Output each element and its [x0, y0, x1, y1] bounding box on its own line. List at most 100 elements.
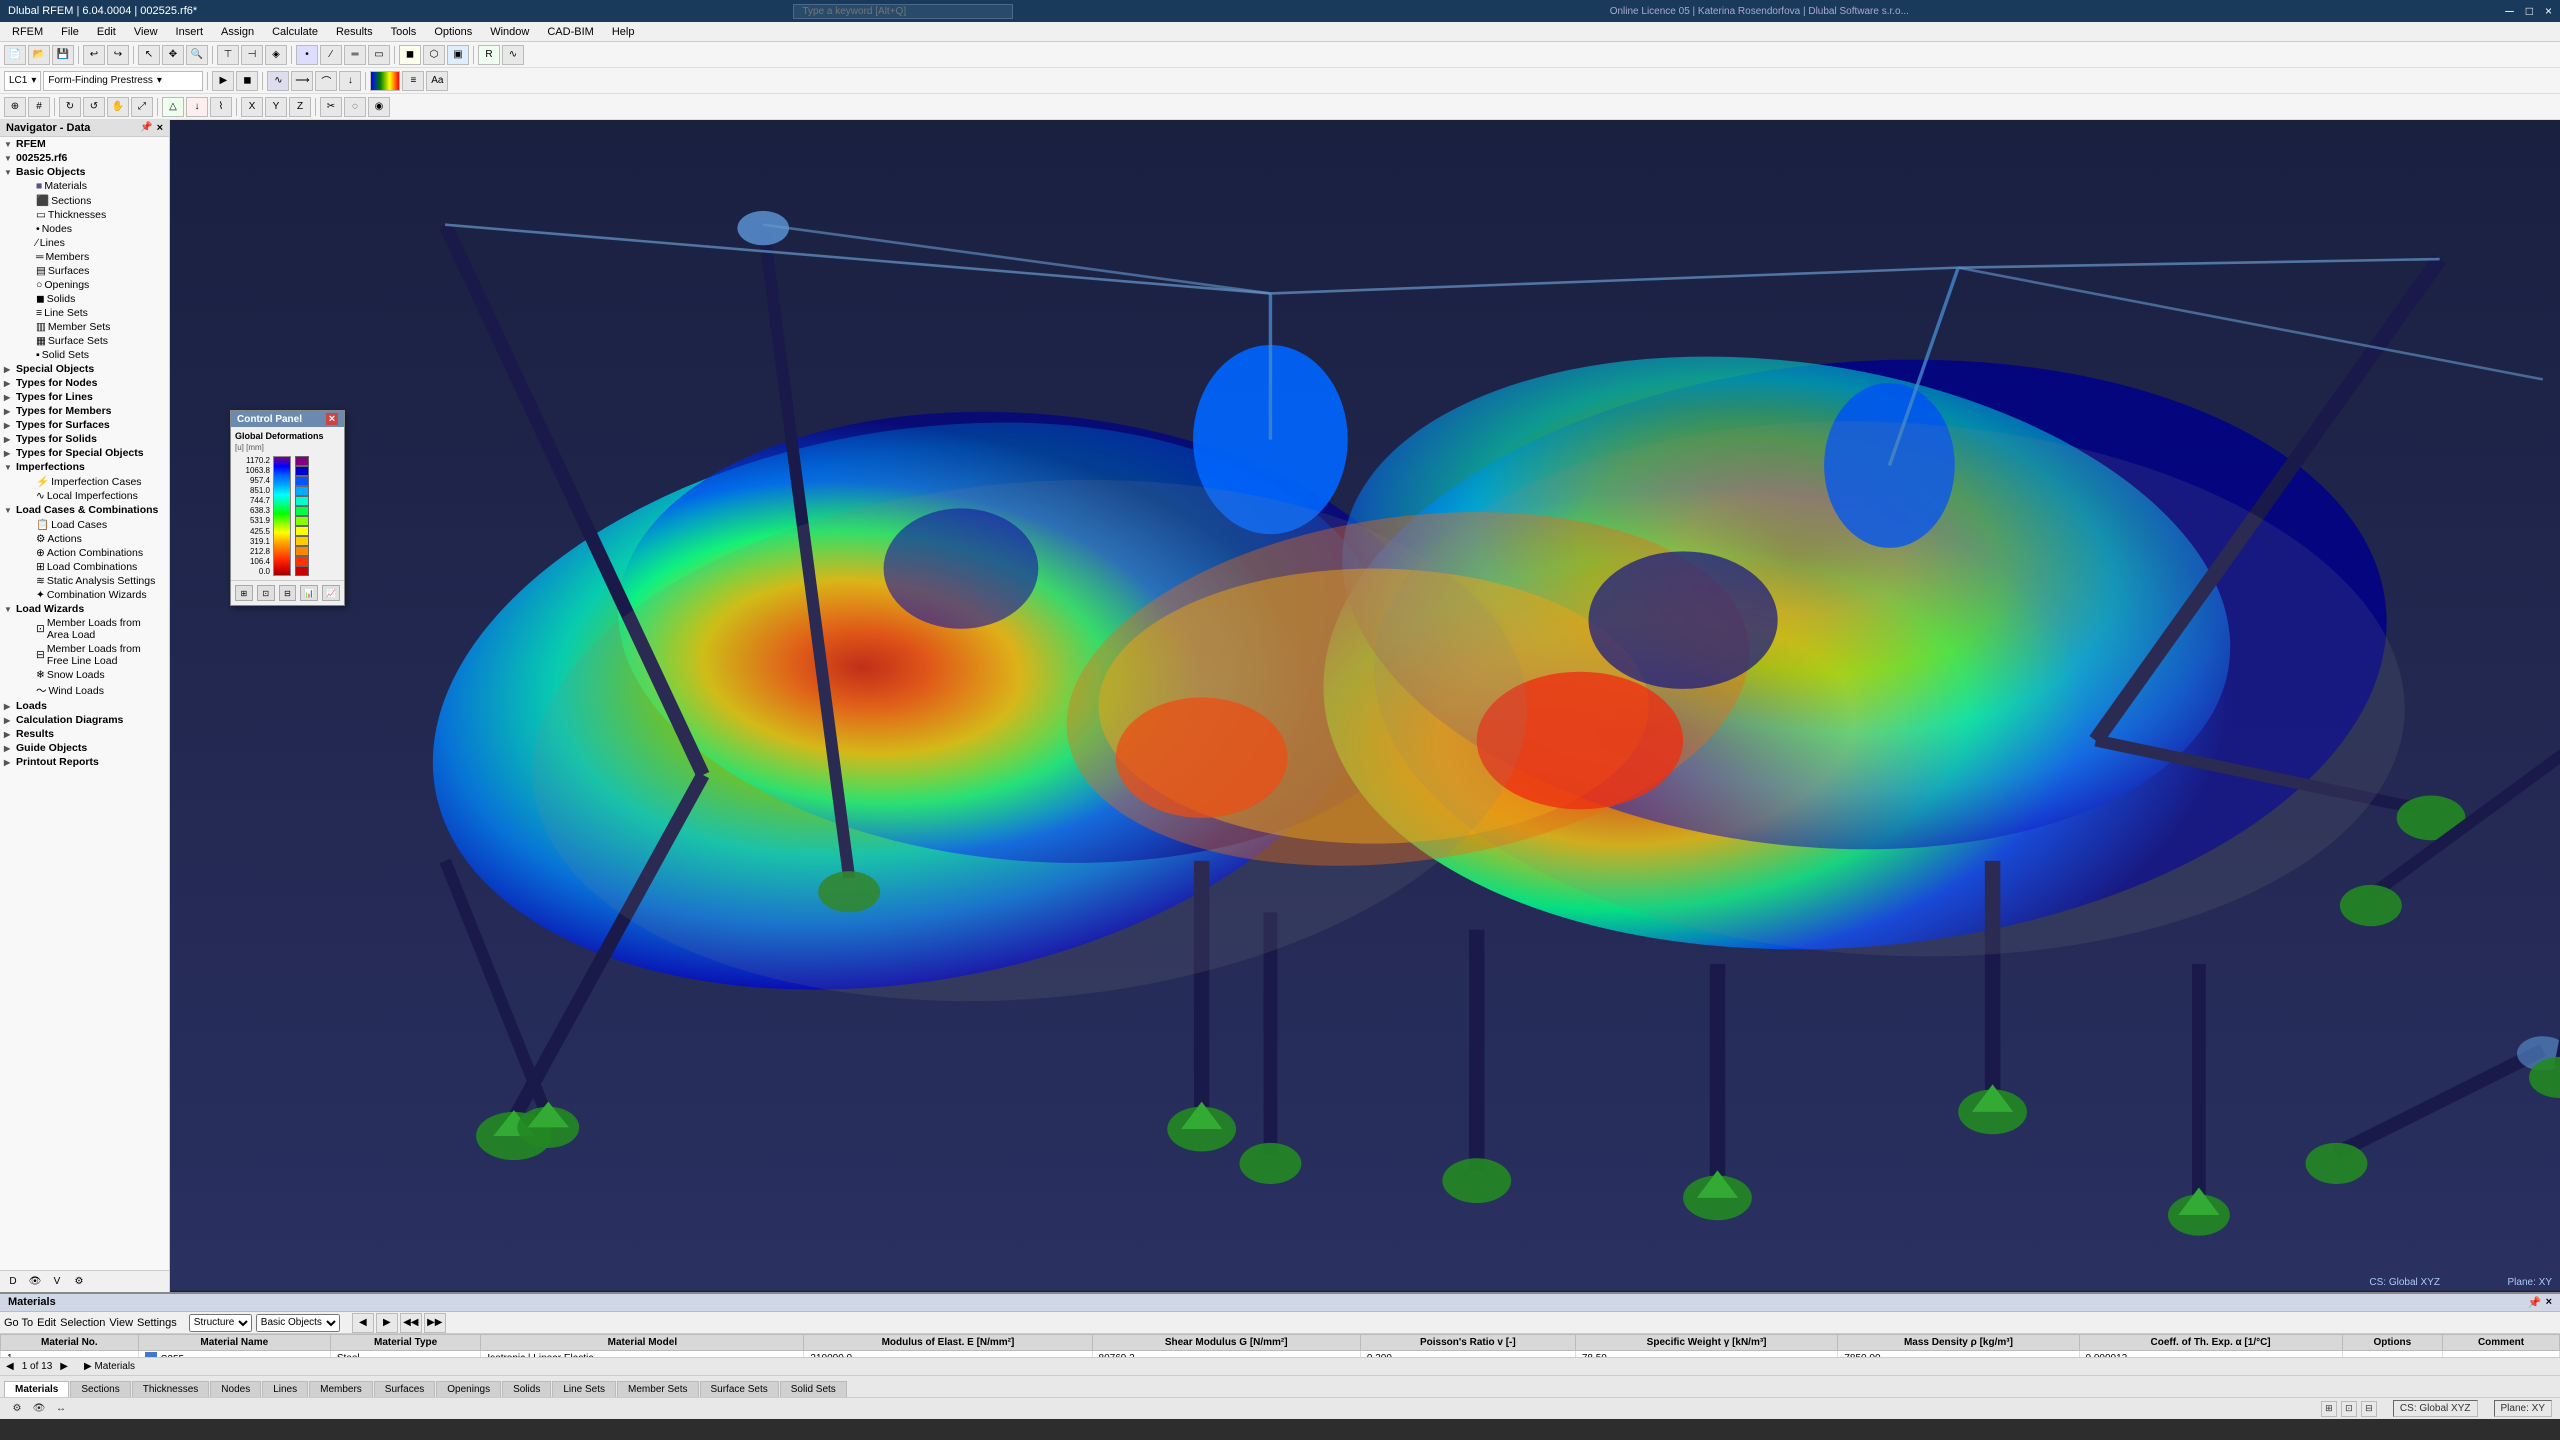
y-axis-btn[interactable]: Y [265, 97, 287, 117]
settings-btn[interactable]: Settings [137, 1317, 177, 1329]
tree-load-comb[interactable]: ⊞ Load Combinations [0, 560, 169, 574]
tree-solid-sets[interactable]: ▪ Solid Sets [0, 348, 169, 362]
selection-btn[interactable]: Selection [60, 1317, 105, 1329]
tab-lines[interactable]: Lines [262, 1381, 308, 1397]
tree-static-analysis[interactable]: ≋ Static Analysis Settings [0, 574, 169, 588]
lc-name-dropdown[interactable]: Form-Finding Prestress ▾ [43, 71, 203, 91]
window-controls[interactable]: ─ □ × [2505, 4, 2552, 18]
tree-types-special[interactable]: ▶ Types for Special Objects [0, 446, 169, 460]
tree-line-sets[interactable]: ≡ Line Sets [0, 306, 169, 320]
deform-btn[interactable]: ∿ [502, 45, 524, 65]
tree-guide-objects[interactable]: ▶ Guide Objects [0, 741, 169, 755]
tree-nodes[interactable]: • Nodes [0, 222, 169, 236]
tab-members[interactable]: Members [309, 1381, 373, 1397]
move-btn[interactable]: ✥ [162, 45, 184, 65]
goto-btn[interactable]: Go To [4, 1317, 33, 1329]
tree-types-nodes[interactable]: ▶ Types for Nodes [0, 376, 169, 390]
supports-btn[interactable]: △ [162, 97, 184, 117]
tab-solids[interactable]: Solids [502, 1381, 551, 1397]
menu-help[interactable]: Help [604, 24, 643, 40]
menu-calculate[interactable]: Calculate [264, 24, 326, 40]
show-reactions-btn[interactable]: ↓ [339, 71, 361, 91]
tab-line-sets[interactable]: Line Sets [552, 1381, 616, 1397]
minimize-btn[interactable]: ─ [2505, 4, 2514, 18]
search-input[interactable] [793, 4, 1013, 19]
menu-file[interactable]: File [53, 24, 87, 40]
grid-btn[interactable]: # [28, 97, 50, 117]
tree-results[interactable]: ▶ Results [0, 727, 169, 741]
statusbar-btn-1[interactable]: ⊞ [2321, 1401, 2337, 1417]
tree-thicknesses[interactable]: ▭ Thicknesses [0, 208, 169, 222]
dropdown-arrow2-icon[interactable]: ▾ [157, 75, 162, 86]
tree-imper-cases[interactable]: ⚡ Imperfection Cases [0, 474, 169, 489]
tree-local-imper[interactable]: ∿ Local Imperfections [0, 489, 169, 503]
tree-member-loads-line[interactable]: ⊟ Member Loads from Free Line Load [0, 642, 169, 668]
zoom-in-btn[interactable]: 🔍 [186, 45, 208, 65]
tree-surface-sets[interactable]: ▦ Surface Sets [0, 334, 169, 348]
edit-btn[interactable]: Edit [37, 1317, 56, 1329]
show-forces-btn[interactable]: ⟶ [291, 71, 313, 91]
loads-btn[interactable]: ↓ [186, 97, 208, 117]
bottom-close-icon[interactable]: × [2546, 1296, 2552, 1309]
status-icon-3[interactable]: ↔ [52, 1400, 70, 1418]
tab-thicknesses[interactable]: Thicknesses [132, 1381, 210, 1397]
surface-btn[interactable]: ▭ [368, 45, 390, 65]
zoom-fit-btn[interactable]: ⤢ [131, 97, 153, 117]
tree-types-surfaces[interactable]: ▶ Types for Surfaces [0, 418, 169, 432]
tree-members[interactable]: ═ Members [0, 250, 169, 264]
hide-btn[interactable]: ◌ [344, 97, 366, 117]
tree-printout-reports[interactable]: ▶ Printout Reports [0, 755, 169, 769]
menu-edit[interactable]: Edit [89, 24, 124, 40]
view-btn[interactable]: View [109, 1317, 133, 1329]
data-nav-btn[interactable]: D [4, 1273, 22, 1291]
tab-surface-sets[interactable]: Surface Sets [700, 1381, 779, 1397]
cp-btn-4[interactable]: 📊 [300, 585, 318, 601]
tab-openings[interactable]: Openings [436, 1381, 501, 1397]
tree-load-cases-comb[interactable]: ▼ Load Cases & Combinations [0, 503, 169, 517]
tab-materials[interactable]: Materials [4, 1381, 69, 1397]
color-scale-btn[interactable] [370, 71, 400, 91]
wire-btn[interactable]: ⬡ [423, 45, 445, 65]
isolate-btn[interactable]: ◉ [368, 97, 390, 117]
save-btn[interactable]: 💾 [52, 45, 74, 65]
tree-actions[interactable]: ⚙ Actions [0, 532, 169, 546]
render-btn[interactable]: ◼ [399, 45, 421, 65]
rotate-y-btn[interactable]: ↺ [83, 97, 105, 117]
dropdown-arrow-icon[interactable]: ▾ [31, 75, 36, 86]
menu-window[interactable]: Window [482, 24, 537, 40]
x-axis-btn[interactable]: X [241, 97, 263, 117]
filter2-dropdown[interactable]: Basic Objects [256, 1314, 340, 1332]
rotate-x-btn[interactable]: ↻ [59, 97, 81, 117]
tree-sections[interactable]: ⬛ Sections [0, 193, 169, 208]
last-page-btn[interactable]: ▶▶ [424, 1313, 446, 1333]
cp-btn-5[interactable]: 📈 [322, 585, 340, 601]
z-axis-btn[interactable]: Z [289, 97, 311, 117]
tree-action-comb[interactable]: ⊕ Action Combinations [0, 546, 169, 560]
tab-sections[interactable]: Sections [70, 1381, 130, 1397]
pan-btn[interactable]: ✋ [107, 97, 129, 117]
nav-pin-btn[interactable]: 📌 [140, 122, 152, 134]
tree-lines[interactable]: ∕ Lines [0, 236, 169, 250]
tree-imperfections[interactable]: ▼ Imperfections [0, 460, 169, 474]
tree-surfaces[interactable]: ▤ Surfaces [0, 264, 169, 278]
cp-close-btn[interactable]: × [326, 413, 338, 425]
results-on-btn[interactable]: R [478, 45, 500, 65]
tree-snow-loads[interactable]: ❄ Snow Loads [0, 668, 169, 682]
viewport-3d[interactable]: Control Panel × Global Deformations [u] … [170, 120, 2560, 1292]
lc-number-dropdown[interactable]: LC1 ▾ [4, 71, 41, 91]
maximize-btn[interactable]: □ [2526, 4, 2533, 18]
labels-btn[interactable]: Aa [426, 71, 448, 91]
view-nav-btn[interactable]: V [48, 1273, 66, 1291]
redo-btn[interactable]: ↪ [107, 45, 129, 65]
statusbar-btn-3[interactable]: ⊟ [2361, 1401, 2377, 1417]
tree-member-loads-area[interactable]: ⊡ Member Loads from Area Load [0, 616, 169, 642]
statusbar-btn-2[interactable]: ⊡ [2341, 1401, 2357, 1417]
menu-tools[interactable]: Tools [383, 24, 425, 40]
menu-results[interactable]: Results [328, 24, 381, 40]
tree-load-wizards[interactable]: ▼ Load Wizards [0, 602, 169, 616]
tree-load-cases[interactable]: 📋 Load Cases [0, 517, 169, 532]
shaded-btn[interactable]: ▣ [447, 45, 469, 65]
tree-wind-loads[interactable]: 〜 Wind Loads [0, 682, 169, 699]
next-page-btn[interactable]: ▶ [376, 1313, 398, 1333]
tab-nodes[interactable]: Nodes [210, 1381, 261, 1397]
